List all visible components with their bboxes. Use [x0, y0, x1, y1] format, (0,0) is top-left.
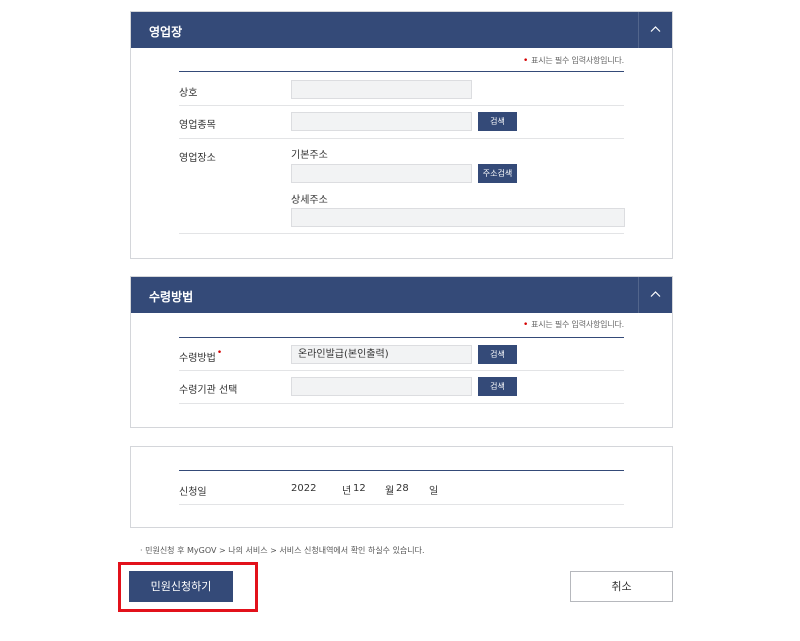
registration-field[interactable]	[291, 112, 472, 131]
row-divider	[179, 233, 624, 234]
agency-label: 수령기관 선택	[179, 385, 238, 396]
date-month: 12	[353, 483, 366, 494]
name-field[interactable]	[291, 80, 472, 99]
chevron-up-icon	[650, 26, 661, 32]
application-section: 신청일 2022 년 12 월 28 일	[130, 446, 673, 528]
method-field[interactable]: 온라인발급(본인출력)	[291, 345, 472, 364]
date-day-unit: 일	[429, 486, 439, 497]
base-address-label: 기본주소	[291, 150, 328, 161]
application-date-label: 신청일	[179, 487, 207, 498]
submit-application-button[interactable]: 민원신청하기	[129, 571, 233, 602]
receipt-section: 수령방법 • 표시는 필수 입력사항입니다. 수령방법• 온라인발급(본인출력) …	[130, 276, 673, 428]
required-mark: •	[216, 348, 223, 358]
date-year-unit: 년	[342, 486, 352, 497]
receipt-section-title: 수령방법	[149, 290, 194, 304]
date-year: 2022	[291, 483, 317, 494]
name-label: 상호	[179, 88, 198, 99]
chevron-up-icon	[650, 291, 661, 297]
footer-note: · 민원신청 후 MyGOV > 나의 서비스 > 서비스 신청내역에서 확인 …	[140, 546, 425, 555]
base-address-field[interactable]	[291, 164, 472, 183]
row-divider	[179, 370, 624, 371]
business-section-title: 영업장	[149, 25, 183, 39]
section-rule	[179, 337, 624, 338]
detail-address-label: 상세주소	[291, 195, 328, 206]
method-label: 수령방법•	[179, 348, 223, 364]
address-search-button[interactable]: 주소검색	[478, 164, 517, 183]
row-divider	[179, 504, 624, 505]
date-month-unit: 월	[385, 486, 395, 497]
row-divider	[179, 138, 624, 139]
row-divider	[179, 403, 624, 404]
registration-search-button[interactable]: 검색	[478, 112, 517, 131]
required-note: • 표시는 필수 입력사항입니다.	[522, 320, 624, 330]
business-section-toggle[interactable]	[638, 12, 672, 48]
receipt-section-header: 수령방법	[131, 277, 672, 313]
location-label: 영업장소	[179, 153, 216, 164]
date-day: 28	[396, 483, 409, 494]
section-rule	[179, 71, 624, 72]
receipt-section-toggle[interactable]	[638, 277, 672, 313]
cancel-button[interactable]: 취소	[570, 571, 673, 602]
business-section: 영업장 • 표시는 필수 입력사항입니다. 상호 영업종목 검색 영업장소 기본주…	[130, 11, 673, 259]
agency-field[interactable]	[291, 377, 472, 396]
method-search-button[interactable]: 검색	[478, 345, 517, 364]
row-divider	[179, 105, 624, 106]
business-section-header: 영업장	[131, 12, 672, 48]
agency-search-button[interactable]: 검색	[478, 377, 517, 396]
detail-address-field[interactable]	[291, 208, 625, 227]
required-note: • 표시는 필수 입력사항입니다.	[522, 56, 624, 66]
section-rule	[179, 470, 624, 471]
registration-label: 영업종목	[179, 120, 216, 131]
